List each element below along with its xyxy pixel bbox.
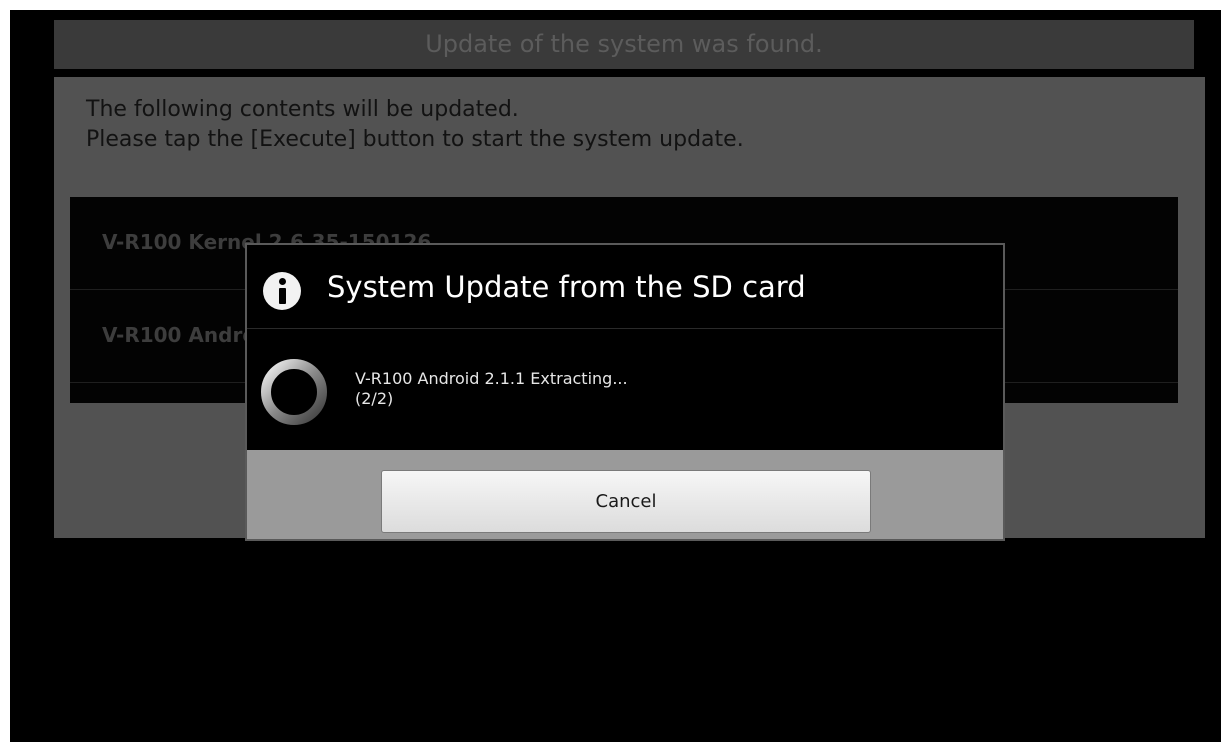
dialog-header: System Update from the SD card <box>247 245 1003 329</box>
system-update-dialog: System Update from the SD card V-R100 An… <box>245 243 1005 541</box>
page-title: Update of the system was found. <box>54 20 1194 69</box>
intro-text: The following contents will be updated. … <box>86 95 744 155</box>
screen: Update of the system was found. The foll… <box>10 10 1221 742</box>
info-icon <box>263 272 301 310</box>
dialog-footer: Cancel <box>247 450 1003 539</box>
dialog-title: System Update from the SD card <box>327 270 806 304</box>
cancel-button[interactable]: Cancel <box>381 470 871 533</box>
progress-count: (2/2) <box>355 389 394 408</box>
progress-text: V-R100 Android 2.1.1 Extracting... (2/2) <box>355 369 628 409</box>
progress-status: V-R100 Android 2.1.1 Extracting... <box>355 369 628 388</box>
intro-line-1: The following contents will be updated. <box>86 97 519 122</box>
intro-line-2: Please tap the [Execute] button to start… <box>86 127 744 152</box>
dialog-body: V-R100 Android 2.1.1 Extracting... (2/2) <box>247 329 1003 449</box>
progress-spinner-icon <box>261 359 327 425</box>
